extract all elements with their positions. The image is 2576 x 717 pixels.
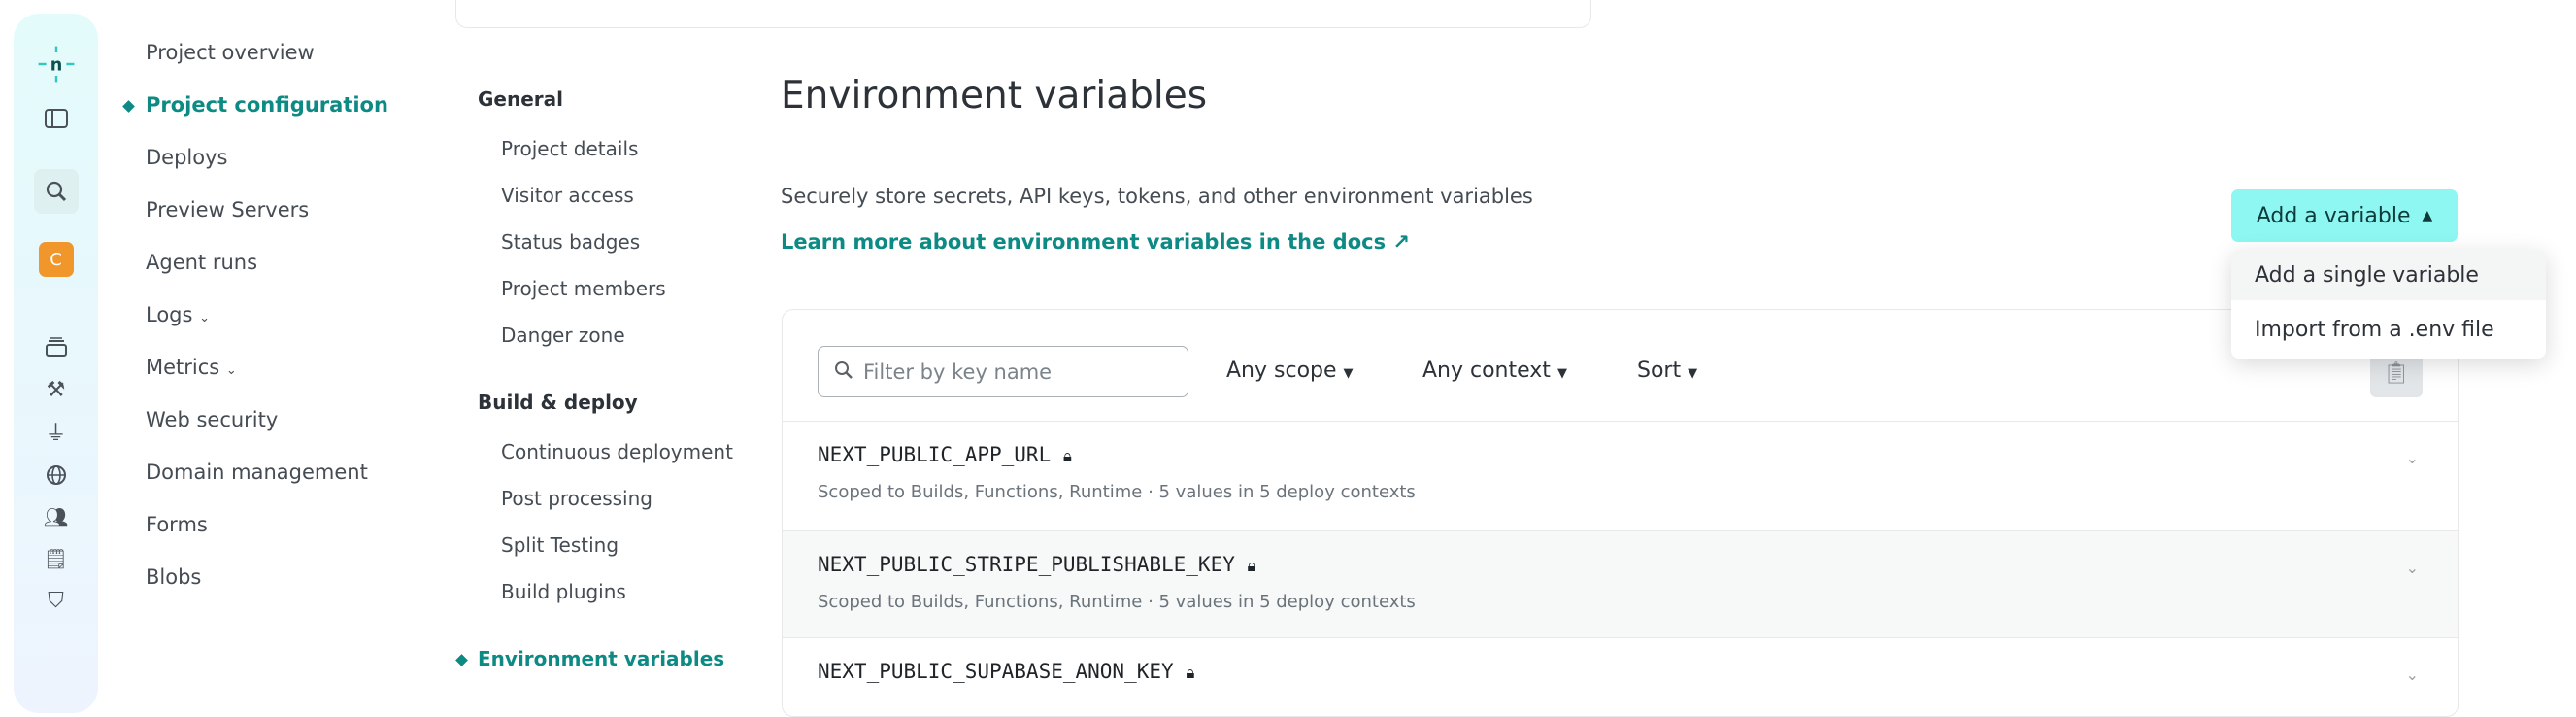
nav-metrics-label: Metrics xyxy=(146,356,220,379)
svg-text:n: n xyxy=(50,55,62,75)
variable-row[interactable]: NEXT_PUBLIC_SUPABASE_ANON_KEY 🔒︎ ⌄ xyxy=(783,637,2458,716)
chevron-down-icon: ▼ xyxy=(1556,366,1567,381)
settings-item[interactable]: Split Testing xyxy=(501,533,619,557)
filter-placeholder: Filter by key name xyxy=(863,359,1053,384)
chevron-down-icon: ⌄ xyxy=(199,311,211,325)
add-variable-button[interactable]: Add a variable ▲ xyxy=(2231,189,2458,242)
nav-forms[interactable]: Forms xyxy=(146,513,208,536)
plug-icon[interactable]: ⏚ xyxy=(37,412,76,451)
variable-key: NEXT_PUBLIC_STRIPE_PUBLISHABLE_KEY 🔒︎ xyxy=(818,553,1256,576)
chevron-down-icon[interactable]: ⌄ xyxy=(2406,449,2419,467)
sort-label: Sort xyxy=(1637,358,1682,383)
sidebar-toggle-icon[interactable] xyxy=(37,99,76,138)
context-dropdown[interactable]: Any context ▼ xyxy=(1422,358,1567,383)
chevron-down-icon[interactable]: ⌄ xyxy=(2406,559,2419,577)
nav-blobs[interactable]: Blobs xyxy=(146,565,201,589)
add-variable-label: Add a variable xyxy=(2256,203,2411,228)
settings-item[interactable]: Danger zone xyxy=(501,324,625,347)
context-label: Any context xyxy=(1422,358,1551,383)
docs-link[interactable]: Learn more about environment variables i… xyxy=(781,230,1410,254)
billing-icon[interactable]: 🗒︎ xyxy=(37,539,76,578)
settings-item[interactable]: Project details xyxy=(501,137,638,160)
globe-icon[interactable] xyxy=(37,456,76,495)
settings-item[interactable]: Continuous deployment xyxy=(501,440,733,463)
lock-icon: 🔒︎ xyxy=(1062,447,1072,466)
active-indicator xyxy=(455,654,468,666)
variable-row[interactable]: NEXT_PUBLIC_STRIPE_PUBLISHABLE_KEY 🔒︎ Sc… xyxy=(783,530,2458,637)
chevron-down-icon: ⌄ xyxy=(225,363,237,378)
variable-row[interactable]: NEXT_PUBLIC_APP_URL 🔒︎ Scoped to Builds,… xyxy=(783,421,2458,530)
variable-key: NEXT_PUBLIC_SUPABASE_ANON_KEY 🔒︎ xyxy=(818,660,1195,683)
nav-agent-runs[interactable]: Agent runs xyxy=(146,251,257,274)
shield-icon[interactable]: ⛉ xyxy=(37,581,76,620)
icon-rail: n C ⚒ ⏚ 👥︎ 🗒︎ ⛉ xyxy=(14,14,98,713)
nav-deploys[interactable]: Deploys xyxy=(146,146,227,169)
nav-logs-label: Logs xyxy=(146,303,193,326)
variable-meta: Scoped to Builds, Functions, Runtime · 5… xyxy=(818,482,1416,502)
settings-heading-build: Build & deploy xyxy=(478,391,638,414)
page-title: Environment variables xyxy=(781,74,1208,118)
chevron-down-icon: ▼ xyxy=(1688,366,1698,381)
chevron-down-icon: ▼ xyxy=(1343,366,1354,381)
add-variable-menu: Add a single variable Import from a .env… xyxy=(2231,250,2546,358)
nav-logs[interactable]: Logs ⌄ xyxy=(146,303,210,326)
nav-web-security[interactable]: Web security xyxy=(146,408,278,431)
hammer-icon[interactable]: ⚒ xyxy=(37,370,76,409)
layers-icon[interactable] xyxy=(37,327,76,366)
settings-item[interactable]: Post processing xyxy=(501,487,652,510)
variables-card: Filter by key name Any scope ▼ Any conte… xyxy=(782,309,2459,717)
nav-preview-servers[interactable]: Preview Servers xyxy=(146,198,309,222)
netlify-logo-icon[interactable]: n xyxy=(37,45,76,84)
settings-item[interactable]: Visitor access xyxy=(501,184,634,207)
search-icon[interactable] xyxy=(33,169,79,214)
nav-metrics[interactable]: Metrics ⌄ xyxy=(146,356,237,379)
scope-label: Any scope xyxy=(1226,358,1337,383)
settings-item[interactable]: Project members xyxy=(501,277,666,300)
team-avatar[interactable]: C xyxy=(38,242,74,277)
settings-heading-general: General xyxy=(478,87,563,111)
nav-project-configuration[interactable]: Project configuration xyxy=(146,93,388,117)
menu-item-import-env[interactable]: Import from a .env file xyxy=(2231,300,2546,358)
top-card xyxy=(455,0,1591,28)
settings-item[interactable]: Status badges xyxy=(501,230,640,254)
users-icon[interactable]: 👥︎ xyxy=(37,497,76,536)
filter-input[interactable]: Filter by key name xyxy=(818,346,1188,397)
page-description: Securely store secrets, API keys, tokens… xyxy=(781,185,1533,208)
settings-item[interactable]: Build plugins xyxy=(501,580,626,603)
lock-icon: 🔒︎ xyxy=(1247,557,1256,576)
active-indicator xyxy=(122,100,135,113)
variable-key: NEXT_PUBLIC_APP_URL 🔒︎ xyxy=(818,443,1072,466)
nav-project-overview[interactable]: Project overview xyxy=(146,41,315,64)
lock-icon: 🔒︎ xyxy=(1186,664,1195,683)
settings-item-environment-variables[interactable]: Environment variables xyxy=(478,647,724,670)
menu-item-add-single[interactable]: Add a single variable xyxy=(2231,250,2546,300)
chevron-down-icon[interactable]: ⌄ xyxy=(2406,666,2419,684)
scope-dropdown[interactable]: Any scope ▼ xyxy=(1226,358,1354,383)
variable-meta: Scoped to Builds, Functions, Runtime · 5… xyxy=(818,592,1416,612)
nav-domain-management[interactable]: Domain management xyxy=(146,461,368,484)
search-icon xyxy=(834,360,853,384)
chevron-up-icon: ▲ xyxy=(2422,208,2433,223)
sort-dropdown[interactable]: Sort ▼ xyxy=(1637,358,1697,383)
